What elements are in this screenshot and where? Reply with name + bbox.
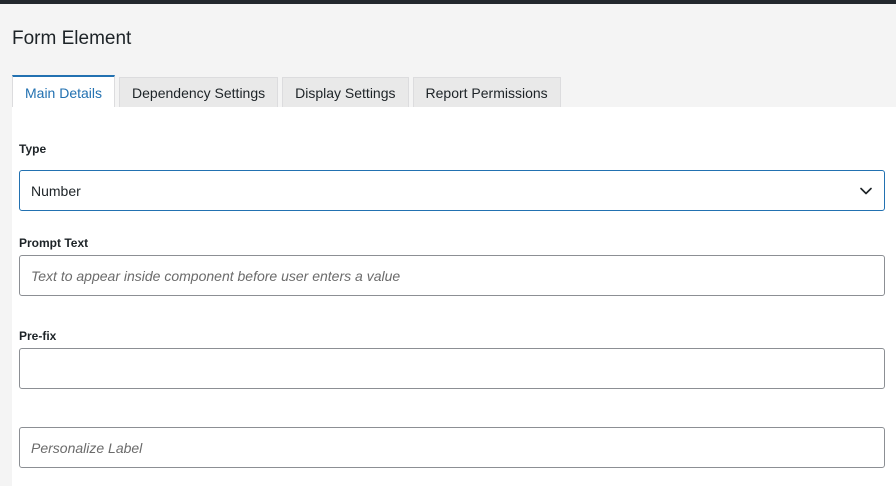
tab-bar: Main Details Dependency Settings Display…	[12, 75, 565, 107]
tab-dependency-settings[interactable]: Dependency Settings	[119, 77, 279, 107]
prompt-text-label: Prompt Text	[19, 236, 89, 250]
tab-display-settings[interactable]: Display Settings	[282, 77, 409, 107]
prompt-text-input[interactable]: Text to appear inside component before u…	[19, 255, 885, 296]
page-title: Form Element	[12, 28, 132, 49]
main-details-panel: Type Number Prompt Text Text to appear i…	[12, 107, 896, 486]
type-select-value: Number	[31, 182, 81, 199]
prompt-text-placeholder: Text to appear inside component before u…	[31, 267, 401, 284]
tab-main-details[interactable]: Main Details	[12, 75, 116, 107]
type-label: Type	[19, 142, 47, 156]
admin-top-bar	[0, 0, 896, 4]
personalize-label-input[interactable]: Personalize Label	[19, 427, 885, 468]
chevron-down-icon	[859, 184, 873, 198]
tab-report-permissions[interactable]: Report Permissions	[412, 77, 561, 107]
type-select[interactable]: Number	[19, 170, 885, 211]
personalize-label-placeholder: Personalize Label	[31, 439, 143, 456]
prefix-input[interactable]	[19, 348, 885, 389]
prefix-label: Pre-fix	[19, 329, 57, 343]
